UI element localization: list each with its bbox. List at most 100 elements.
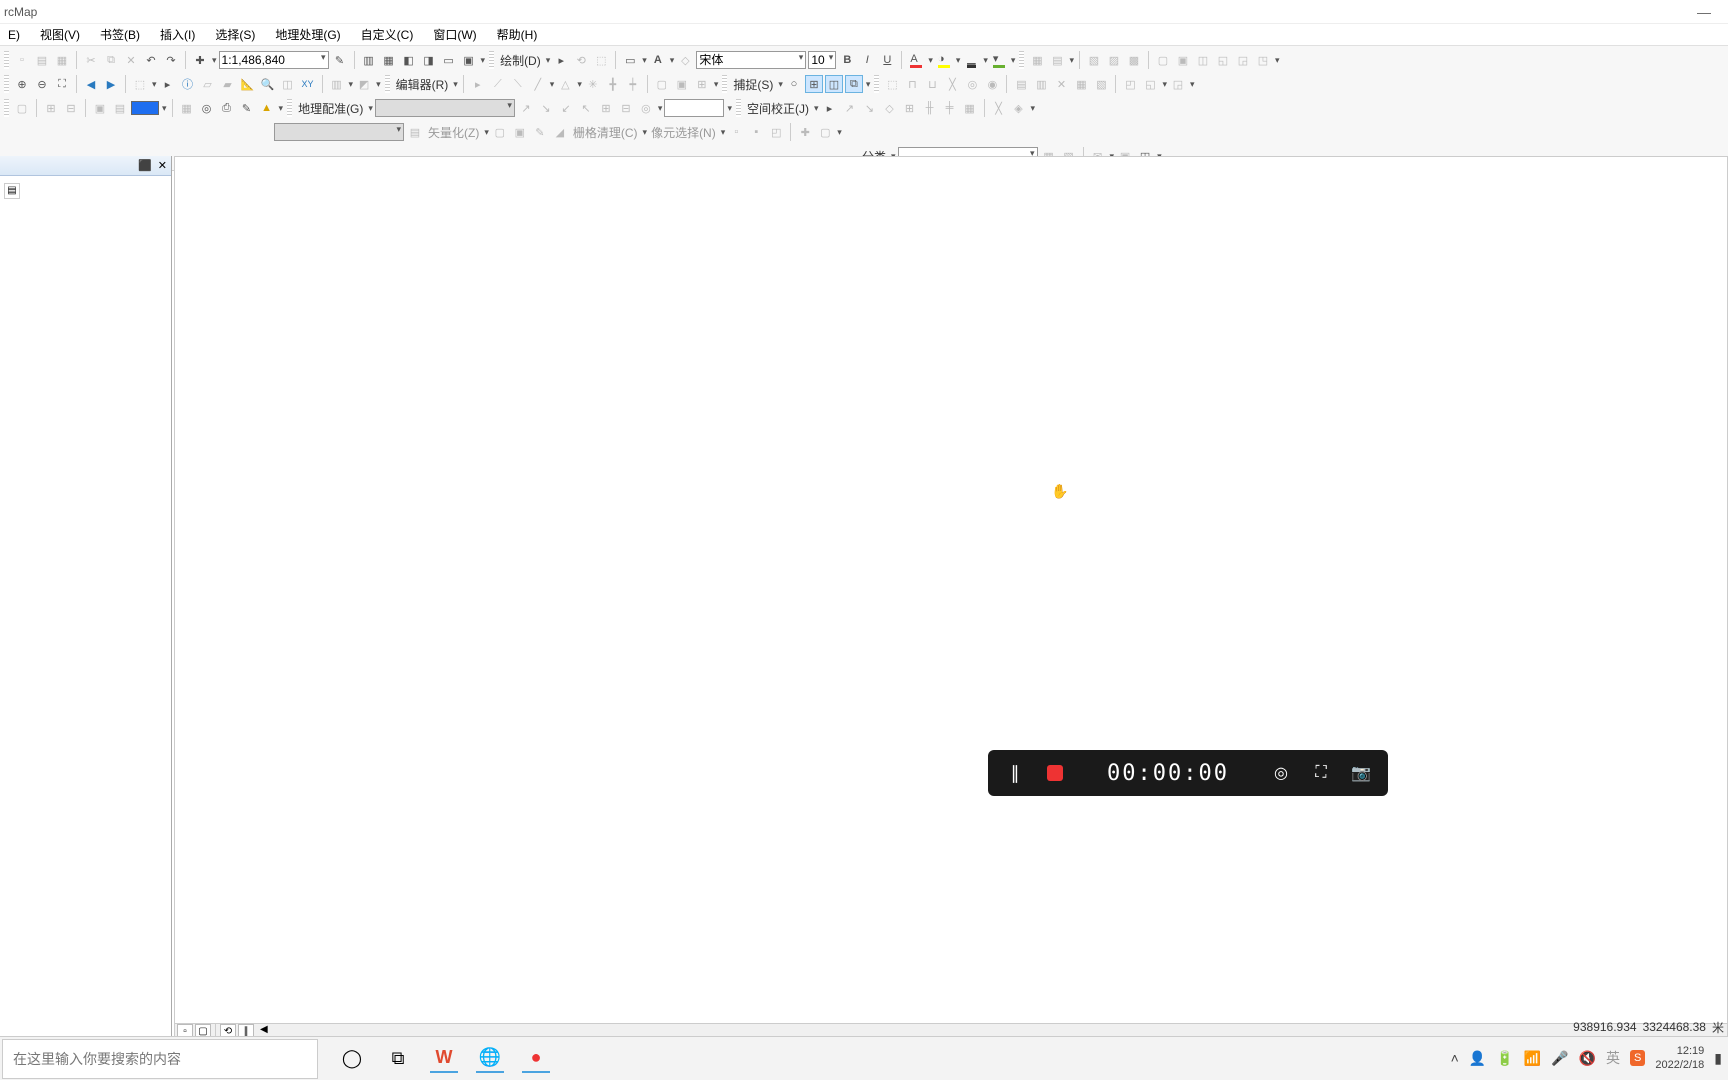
tool-icon[interactable]: ◫ (1194, 51, 1212, 69)
dropdown-icon[interactable]: ▾ (151, 79, 157, 90)
tool-icon[interactable]: ⬚ (883, 75, 901, 93)
rect-draw-icon[interactable]: ▭ (621, 51, 639, 69)
cortana-icon[interactable]: ◯ (338, 1045, 366, 1073)
forward-icon[interactable]: ▶ (102, 75, 120, 93)
tool-icon[interactable]: ▧ (1092, 75, 1110, 93)
snap-vertex-icon[interactable]: ◫ (825, 75, 843, 93)
editor-menu-label[interactable]: 编辑器(R) (394, 76, 451, 93)
georef-text-input[interactable] (664, 99, 724, 117)
tool-icon[interactable]: ▰ (219, 75, 237, 93)
redo-icon[interactable]: ↷ (162, 51, 180, 69)
dropdown-icon[interactable]: ▾ (642, 127, 648, 138)
dropdown-icon[interactable]: ▾ (641, 55, 647, 66)
georeference-layer-combo[interactable] (375, 99, 515, 117)
cell-selection-menu-label[interactable]: 像元选择(N) (649, 124, 718, 141)
tool-icon[interactable]: ▤ (111, 99, 129, 117)
tool-icon[interactable]: ▤ (1048, 51, 1066, 69)
font-name-input[interactable] (696, 51, 806, 69)
toolbar-handle[interactable] (4, 99, 9, 117)
menu-view[interactable]: 视图(V) (36, 24, 84, 45)
full-extent-icon[interactable]: ⛶ (53, 75, 71, 93)
snap-point-icon[interactable]: ○ (785, 75, 803, 93)
edit-tool-icon[interactable]: ▸ (469, 75, 487, 93)
tool-icon[interactable]: ▨ (1105, 51, 1123, 69)
tool-icon[interactable]: ▱ (199, 75, 217, 93)
zoom-out-icon[interactable]: ⊖ (33, 75, 51, 93)
tool-icon[interactable]: ⟋ (489, 75, 507, 93)
tool-icon[interactable]: ▢ (491, 123, 509, 141)
tool-icon[interactable]: ╱ (529, 75, 547, 93)
toolbar-handle[interactable] (489, 51, 494, 69)
dropdown-icon[interactable]: ▾ (1030, 103, 1036, 114)
tool-icon[interactable]: ╳ (990, 99, 1008, 117)
tool-icon[interactable]: ◢ (551, 123, 569, 141)
tool-icon[interactable]: ◇ (881, 99, 899, 117)
dropdown-icon[interactable]: ▾ (1068, 55, 1074, 66)
dropdown-icon[interactable]: ▾ (982, 55, 988, 66)
tool-icon[interactable]: ▲ (258, 99, 276, 117)
tool-icon[interactable]: ▦ (178, 99, 196, 117)
sogou-ime-icon[interactable]: S (1630, 1050, 1645, 1066)
volume-mute-icon[interactable]: 🔇 (1579, 1050, 1596, 1067)
tool-icon[interactable]: ◨ (420, 51, 438, 69)
dropdown-icon[interactable]: ▾ (657, 103, 663, 114)
tool-icon[interactable]: ◎ (637, 99, 655, 117)
tool-icon[interactable]: ▢ (1154, 51, 1172, 69)
toolbar-handle[interactable] (4, 75, 9, 93)
tool-icon[interactable]: ⊓ (903, 75, 921, 93)
tool-icon[interactable]: ⊟ (62, 99, 80, 117)
dropdown-icon[interactable]: ▾ (348, 79, 354, 90)
tool-icon[interactable]: ▦ (1072, 75, 1090, 93)
marker-color-icon[interactable]: ▾ (990, 51, 1008, 69)
tool-icon[interactable]: ◰ (1121, 75, 1139, 93)
tool-icon[interactable]: ↘ (861, 99, 879, 117)
microphone-icon[interactable]: 🎤 (1551, 1050, 1568, 1067)
line-color-icon[interactable]: ▁ (962, 51, 980, 69)
tool-icon[interactable]: ◳ (1254, 51, 1272, 69)
menu-bookmark[interactable]: 书签(B) (96, 24, 144, 45)
tool-icon[interactable]: ⊔ (923, 75, 941, 93)
dropdown-icon[interactable]: ▾ (480, 55, 486, 66)
dropdown-icon[interactable]: ▾ (813, 103, 819, 114)
wps-icon[interactable]: W (430, 1045, 458, 1073)
tool-icon[interactable]: ▥ (328, 75, 346, 93)
tool-icon[interactable]: ┿ (624, 75, 642, 93)
ime-icon[interactable]: 英 (1606, 1048, 1620, 1068)
tool-icon[interactable]: ▢ (816, 123, 834, 141)
tool-icon[interactable]: ◈ (1010, 99, 1028, 117)
tool-icon[interactable]: ✎ (238, 99, 256, 117)
tool-icon[interactable]: ◎ (963, 75, 981, 93)
dropdown-icon[interactable]: ▾ (1274, 55, 1280, 66)
tool-icon[interactable]: ▢ (13, 99, 31, 117)
tool-icon[interactable]: ◲ (1169, 75, 1187, 93)
menu-insert[interactable]: 插入(I) (156, 24, 199, 45)
tool-icon[interactable]: ▧ (1085, 51, 1103, 69)
add-data-icon[interactable]: ✚ (191, 51, 209, 69)
tool-icon[interactable]: ◧ (400, 51, 418, 69)
editor-toolbar-icon[interactable]: ✎ (331, 51, 349, 69)
georeference-menu-label[interactable]: 地理配准(G) (296, 100, 365, 117)
tray-chevron-up-icon[interactable]: ˄ (1451, 1050, 1459, 1066)
dropdown-icon[interactable]: ▾ (452, 79, 458, 90)
font-color-icon[interactable]: A (907, 51, 925, 69)
spatial-adjustment-menu-label[interactable]: 空间校正(J) (745, 100, 811, 117)
cut-icon[interactable]: ✂ (82, 51, 100, 69)
pin-icon[interactable]: ⬛ (138, 159, 152, 172)
dropdown-icon[interactable]: ▾ (865, 79, 871, 90)
back-icon[interactable]: ◀ (82, 75, 100, 93)
tool-icon[interactable]: ▪ (747, 123, 765, 141)
dropdown-icon[interactable]: ▾ (1161, 79, 1167, 90)
go-to-xy-icon[interactable]: XY (299, 75, 317, 93)
tool-icon[interactable]: ⟍ (509, 75, 527, 93)
tool-icon[interactable]: ↗ (841, 99, 859, 117)
new-doc-icon[interactable]: ▫ (13, 51, 31, 69)
underline-icon[interactable]: U (878, 51, 896, 69)
dropdown-icon[interactable]: ▾ (720, 127, 726, 138)
tool-icon[interactable]: ▢ (653, 75, 671, 93)
toolbar-handle[interactable] (1019, 51, 1024, 69)
tool-icon[interactable]: ↗ (517, 99, 535, 117)
toolbar-handle[interactable] (874, 75, 879, 93)
menu-help[interactable]: 帮助(H) (493, 24, 542, 45)
snap-edge-icon[interactable]: ⧉ (845, 75, 863, 93)
tray-app-icon[interactable]: 👤 (1469, 1050, 1486, 1067)
